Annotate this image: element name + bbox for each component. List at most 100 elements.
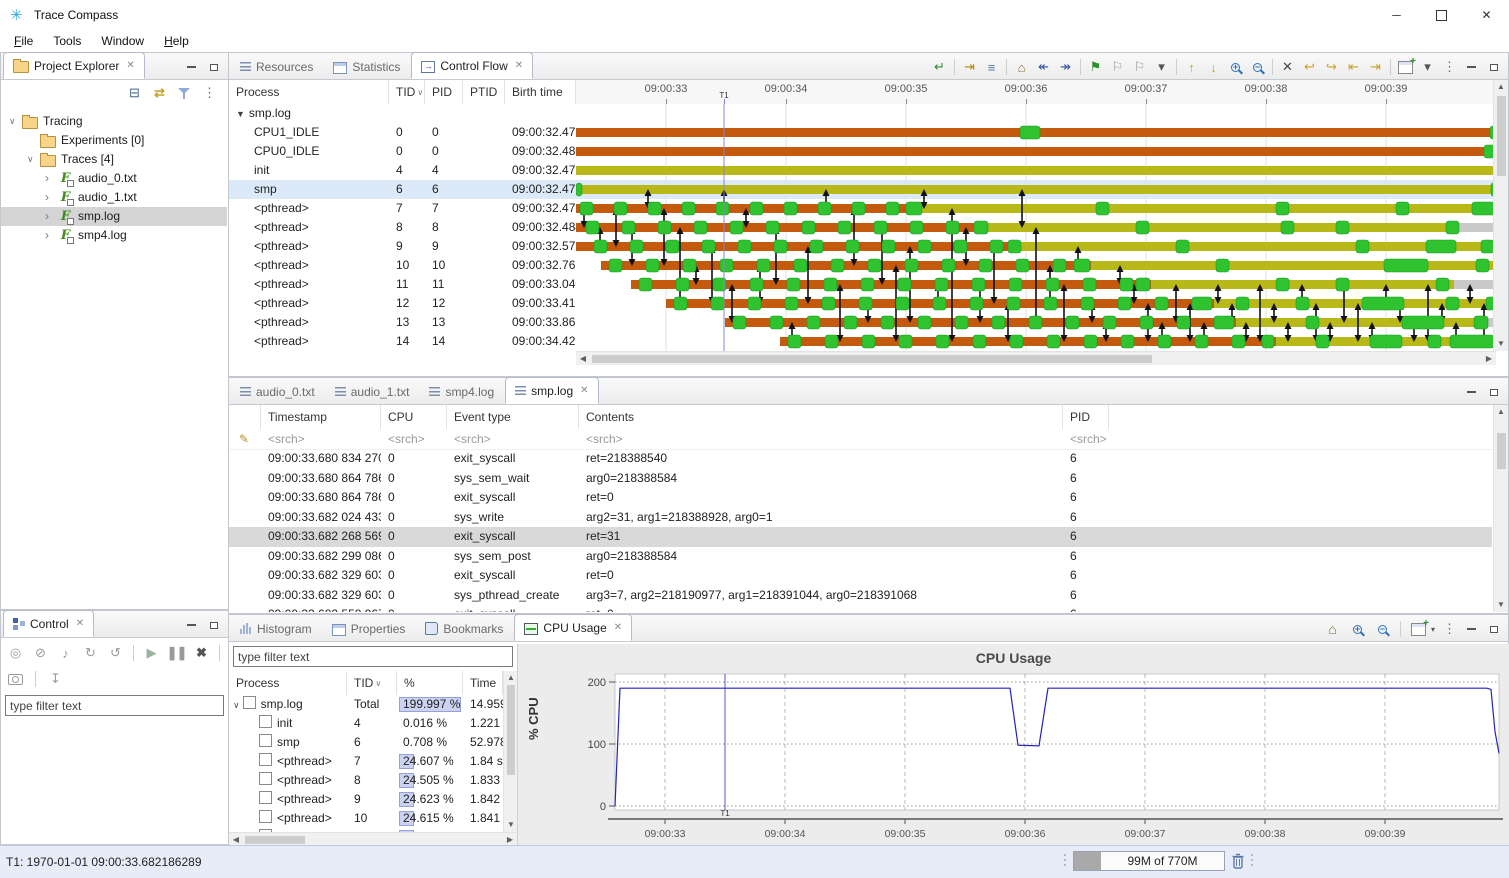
search-cell[interactable]: <srch> (1063, 429, 1109, 449)
follow-time-updates-icon[interactable]: ↵ (929, 57, 950, 78)
tab-bookmarks[interactable]: Bookmarks (416, 616, 512, 641)
disconnect-icon[interactable]: ⊘ (30, 643, 51, 664)
process-row--pthread-[interactable]: <pthread>111109:00:33.0404 (229, 275, 576, 294)
expander-icon[interactable]: ∨ (9, 112, 22, 131)
menu-item-tools[interactable]: Tools (43, 34, 91, 48)
collapse-all-icon[interactable]: ⊟ (124, 83, 145, 104)
cpu-row--pthread-[interactable]: <pthread>824.505 %1.833 s (229, 771, 503, 790)
tab-properties[interactable]: Properties (323, 616, 415, 641)
tree-item-tracing[interactable]: ∨Tracing (1, 112, 227, 131)
link-with-editor-icon[interactable]: ⇄ (149, 83, 170, 104)
select-prev-state-icon[interactable]: ↞ (1033, 57, 1054, 78)
row-checkbox[interactable] (243, 696, 256, 709)
column-header-event-type[interactable]: Event type (447, 405, 579, 429)
next-marker-icon[interactable]: ⚐ (1129, 57, 1150, 78)
process-row--pthread-[interactable]: <pthread>9909:00:32.5775 (229, 237, 576, 256)
cpu-row-smp[interactable]: smp60.708 %52.978 (229, 733, 503, 752)
close-icon[interactable]: ✕ (580, 385, 588, 396)
tree-item-traces-4-[interactable]: ∨Traces [4] (1, 150, 227, 169)
process-row--pthread-[interactable]: <pthread>8809:00:32.4843 (229, 218, 576, 237)
tree-item-smp-log[interactable]: ›Fsmp.log (1, 207, 227, 226)
timeline-vscrollbar[interactable]: ▲ ▼ (1493, 80, 1508, 351)
process-row-cpu0-idle[interactable]: CPU0_IDLE0009:00:32.4800 (229, 142, 576, 161)
column-header-process[interactable]: Process (229, 671, 347, 695)
minimize-view-icon[interactable] (1461, 58, 1481, 76)
process-row--pthread-[interactable]: <pthread>141409:00:34.4262 (229, 332, 576, 351)
menu-item-help[interactable]: Help (154, 34, 199, 48)
column-header-pid[interactable]: PID (425, 80, 463, 104)
new-view-icon[interactable] (1408, 619, 1429, 640)
filter-icon[interactable] (174, 83, 195, 104)
view-menu-icon[interactable]: ⋮ (1439, 57, 1460, 78)
row-checkbox[interactable] (259, 772, 272, 785)
tree-item-experiments-0-[interactable]: Experiments [0] (1, 131, 227, 150)
process-row--pthread-[interactable]: <pthread>121209:00:33.4134 (229, 294, 576, 313)
expander-icon[interactable]: ∨ (233, 700, 240, 710)
cpu-row-init[interactable]: init40.016 %1.221 m (229, 714, 503, 733)
column-header-tid[interactable]: TID∨ (389, 80, 425, 104)
search-cell[interactable]: <srch> (447, 429, 579, 449)
cpu-row--pthread-[interactable]: <pthread>724.607 %1.84 s (229, 752, 503, 771)
cancel-selection-icon[interactable]: ✕ (1277, 57, 1298, 78)
view-menu-icon[interactable]: ⋮ (1439, 619, 1460, 640)
minimize-button[interactable]: ─ (1374, 0, 1419, 30)
expander-icon[interactable]: › (45, 207, 58, 226)
column-header-birth-time[interactable]: Birth time (505, 80, 576, 104)
close-icon[interactable]: ✕ (614, 622, 622, 633)
expander-icon[interactable]: ∨ (27, 150, 40, 169)
tree-item-audio-0-txt[interactable]: ›Faudio_0.txt (1, 169, 227, 188)
expander-icon[interactable]: › (45, 169, 58, 188)
event-row[interactable]: 09:00:33.680 834 2700exit_syscallret=218… (229, 449, 1492, 469)
cpu-row-smp-log[interactable]: ∨smp.logTotal199.997 %14.959 (229, 695, 503, 714)
minimize-view-icon[interactable] (1461, 383, 1481, 401)
cpu-usage-chart[interactable]: CPU Usage % CPU 010020009:00:3309:00:340… (517, 644, 1509, 845)
maximize-view-icon[interactable] (204, 616, 224, 634)
zoom-out-icon[interactable]: − (1247, 57, 1268, 78)
tab-smp4-log[interactable]: smp4.log (420, 379, 503, 404)
cpu-row--pthread-[interactable]: <pthread>1024.615 %1.841 s (229, 809, 503, 828)
snapshot-icon[interactable] (5, 669, 26, 690)
view-dropdown-icon[interactable]: ▾ (1417, 57, 1438, 78)
tab-control[interactable]: Control ✕ (3, 610, 94, 637)
row-checkbox[interactable] (259, 715, 272, 728)
minimize-view-icon[interactable] (1461, 620, 1481, 638)
new-session-icon[interactable]: ♪ (55, 643, 76, 664)
prev-marker-icon[interactable]: ⚐ (1107, 57, 1128, 78)
connect-icon[interactable]: ◎ (5, 643, 26, 664)
column-header-cpu[interactable]: CPU (381, 405, 447, 429)
column-header-ptid[interactable]: PTID (463, 80, 505, 104)
column-header-pid[interactable]: PID (1063, 405, 1109, 429)
timeline-axis[interactable]: 09:00:3309:00:3409:00:3509:00:3609:00:37… (576, 80, 1496, 105)
start-trace-icon[interactable]: ▶ (141, 643, 162, 664)
run-gc-trash-icon[interactable] (1230, 852, 1246, 870)
event-row[interactable]: 09:00:33.682 329 6030exit_syscallret=06 (229, 566, 1492, 586)
event-row[interactable]: 09:00:33.680 864 7860sys_sem_waitarg0=21… (229, 469, 1492, 489)
tab-control-flow[interactable]: →Control Flow✕ (411, 52, 533, 79)
minimize-view-icon[interactable] (181, 58, 201, 76)
timeline-hscrollbar[interactable]: ◀ ▶ (576, 351, 1496, 365)
cpu-table-vscrollbar[interactable]: ▲ ▼ (503, 671, 517, 832)
process-row-init[interactable]: init4409:00:32.4760 (229, 161, 576, 180)
event-row[interactable]: 09:00:33.682 329 6030sys_pthread_createa… (229, 586, 1492, 606)
refresh-icon[interactable]: ↻ (80, 643, 101, 664)
expander-icon[interactable]: › (45, 188, 58, 207)
menu-item-file[interactable]: File (4, 34, 43, 48)
close-icon[interactable]: ✕ (515, 60, 523, 71)
row-checkbox[interactable] (259, 810, 272, 823)
grip-handle[interactable] (1251, 852, 1255, 870)
grip-handle[interactable] (1064, 852, 1068, 870)
move-up-icon[interactable]: ↑ (1181, 57, 1202, 78)
go-last-icon[interactable]: ⇥ (1365, 57, 1386, 78)
column-header-timestamp[interactable]: Timestamp (261, 405, 381, 429)
stop-trace-icon[interactable]: ✖ (191, 643, 212, 664)
zoom-out-icon[interactable]: − (1372, 619, 1393, 640)
row-checkbox[interactable] (259, 753, 272, 766)
process-row-smp-log[interactable]: ▼smp.log (229, 104, 576, 123)
tree-item-audio-1-txt[interactable]: ›Faudio_1.txt (1, 188, 227, 207)
event-row[interactable]: 09:00:33.682 299 0860sys_sem_postarg0=21… (229, 547, 1492, 567)
show-legend-icon[interactable]: ≡ (981, 57, 1002, 78)
zoom-in-icon[interactable]: + (1225, 57, 1246, 78)
dropdown-caret-icon[interactable]: ▾ (1151, 57, 1172, 78)
select-next-state-icon[interactable]: ↠ (1055, 57, 1076, 78)
prev-event-icon[interactable]: ↩ (1299, 57, 1320, 78)
